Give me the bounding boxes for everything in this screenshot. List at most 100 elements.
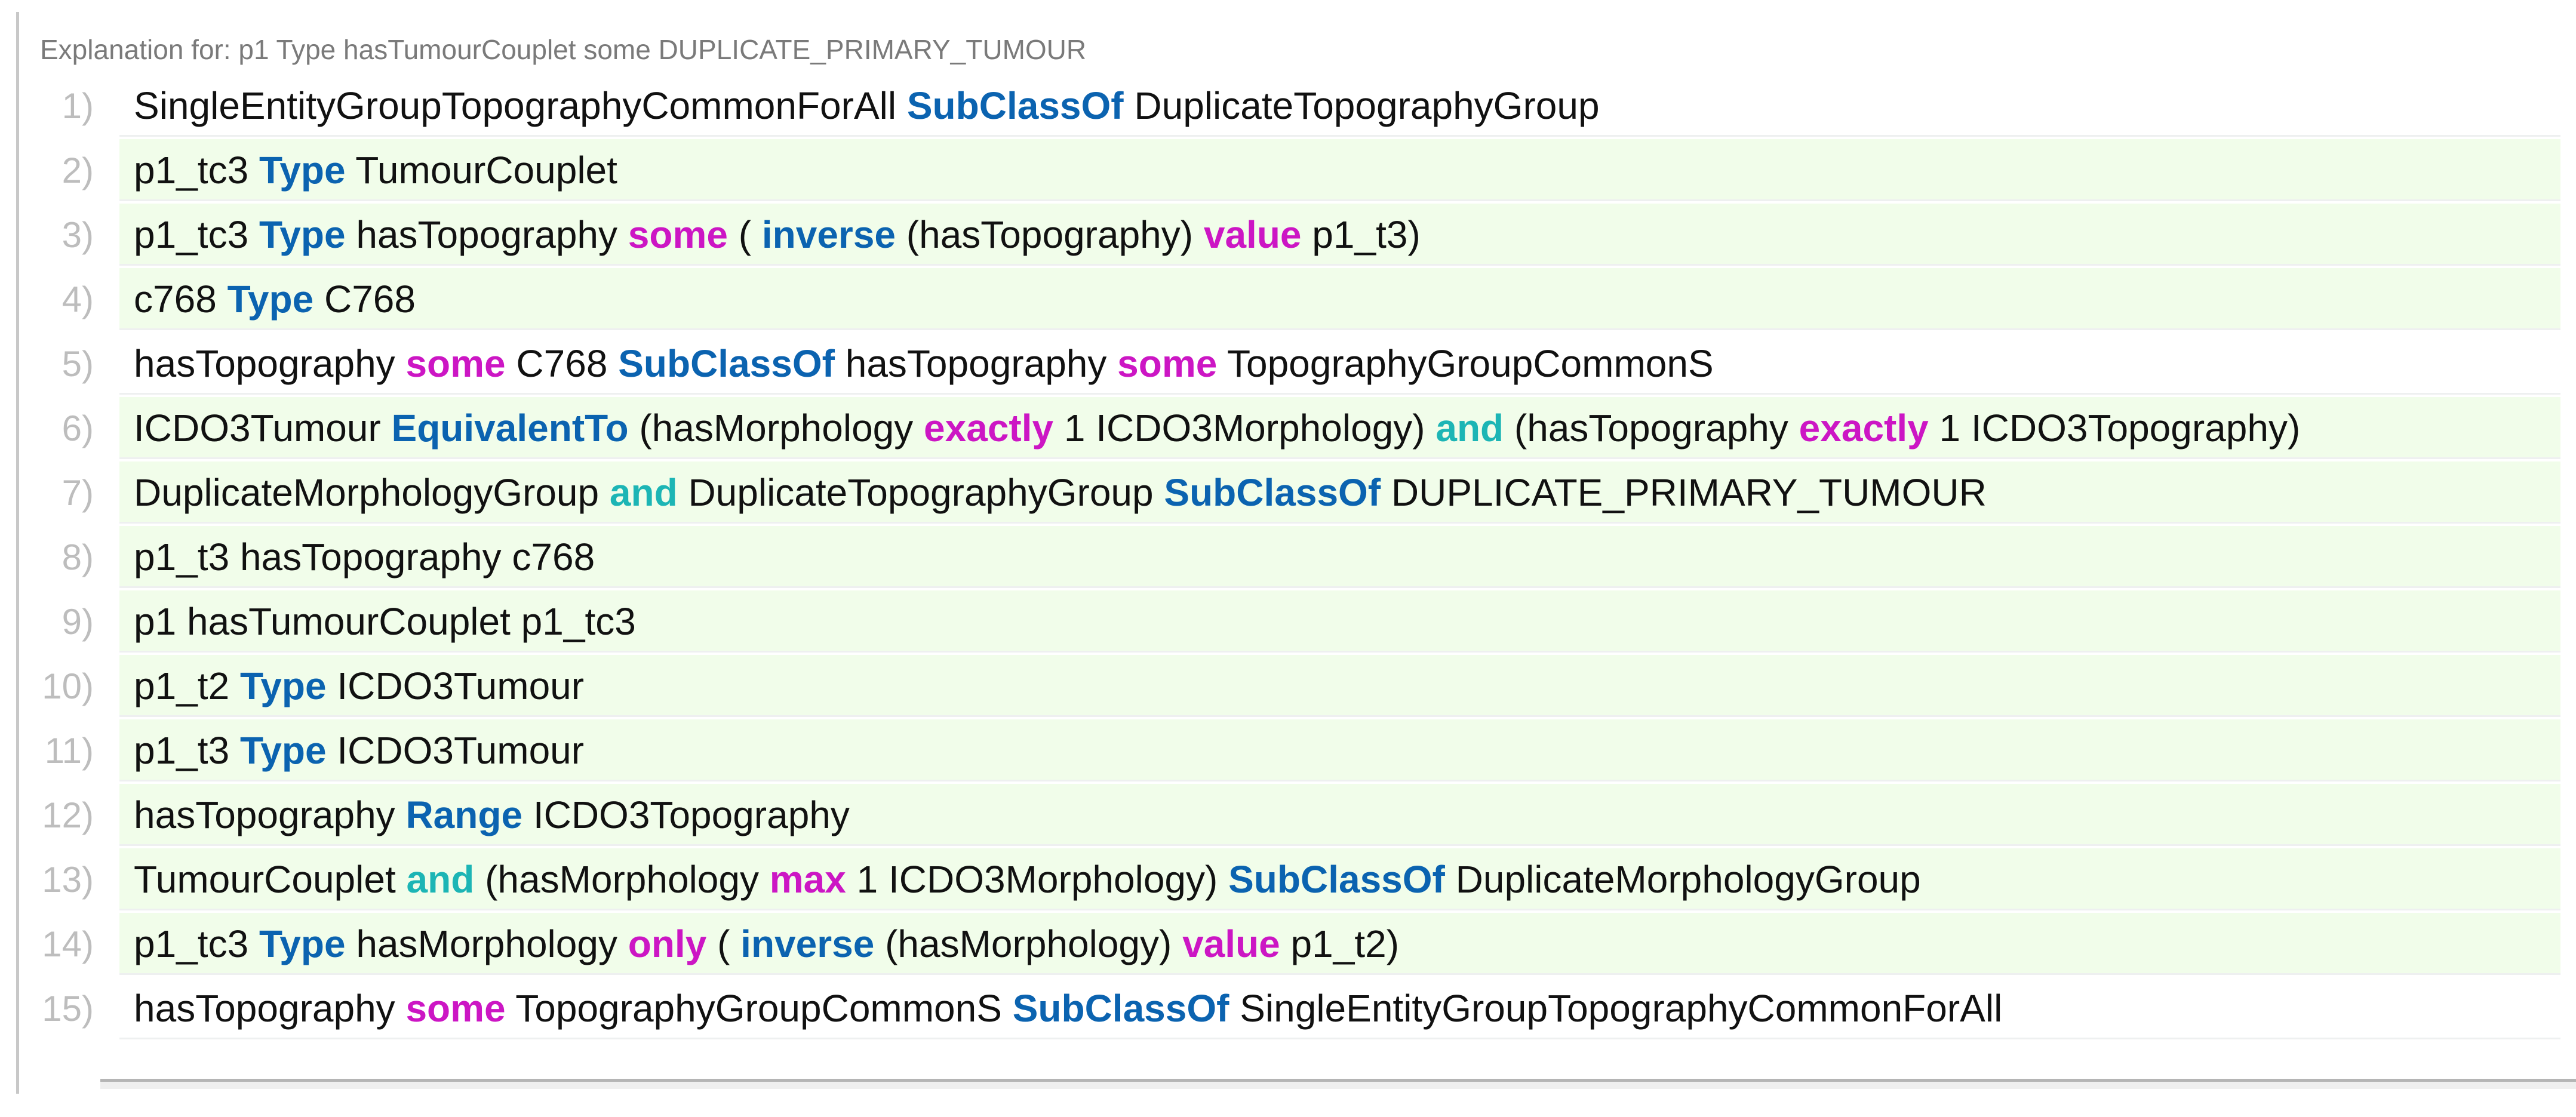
line-number: 8) [62,537,94,577]
line-number: 13) [42,860,94,900]
entity-token: p1 hasTumourCouplet p1_tc3 [134,600,636,643]
entity-token: 1 ICDO3Morphology) [1053,407,1436,450]
entity-token: hasMorphology [345,922,628,965]
entity-token: hasTopography [834,342,1118,385]
axiom-row[interactable]: 12) hasTopography Range ICDO3Topography [19,784,2560,846]
axiom-text: hasTopography Range ICDO3Topography [119,784,2560,846]
entity-token: TopographyGroupCommonS [1217,342,1714,385]
entity-token: DuplicateTopographyGroup [1123,84,1600,127]
entity-token: p1_tc3 [134,922,259,965]
keyword-token: Type [259,149,346,192]
line-number: 11) [44,731,94,771]
entity-token: p1_t2) [1280,922,1399,965]
keyword-token: SubClassOf [618,342,835,385]
line-number: 2) [62,150,94,190]
line-number: 3) [62,215,94,255]
entity-token: TopographyGroupCommonS [505,987,1013,1030]
keyword-token: value [1182,922,1280,965]
axiom-text: p1 hasTumourCouplet p1_tc3 [119,590,2560,653]
keyword-token: exactly [924,407,1054,450]
entity-token: (hasTopography [1504,407,1799,450]
entity-token: C768 [313,278,416,321]
panel-bottom-shade [100,1082,2576,1089]
keyword-token: inverse [761,213,896,256]
line-number: 1) [62,86,94,126]
entity-token: p1_t3) [1301,213,1421,256]
entity-token: ICDO3Topography [522,793,850,836]
axiom-text: c768 Type C768 [119,268,2560,330]
line-number: 12) [42,795,94,835]
axiom-text: p1_tc3 Type hasTopography some ( inverse… [119,204,2560,266]
keyword-token: value [1203,213,1302,256]
axiom-row[interactable]: 7) DuplicateMorphologyGroup and Duplicate… [19,461,2560,524]
entity-token: DuplicateTopographyGroup [677,471,1164,514]
line-number: 6) [62,408,94,448]
keyword-token: and [609,471,678,514]
axiom-text: DuplicateMorphologyGroup and DuplicateTo… [119,461,2560,524]
axiom-row[interactable]: 5) hasTopography some C768 SubClassOf has… [19,333,2560,395]
entity-token: (hasMorphology [628,407,924,450]
line-number: 15) [42,989,94,1029]
keyword-token: SubClassOf [906,84,1124,127]
entity-token: p1_t3 [134,729,240,772]
axiom-row[interactable]: 10) p1_t2 Type ICDO3Tumour [19,655,2560,717]
entity-token: (hasTopography) [896,213,1204,256]
entity-token: p1_tc3 [134,149,259,192]
line-number: 10) [42,666,94,706]
keyword-token: some [1117,342,1218,385]
axiom-text: ICDO3Tumour EquivalentTo (hasMorphology … [119,397,2560,459]
entity-token: ICDO3Tumour [326,664,585,707]
axiom-row[interactable]: 6) ICDO3Tumour EquivalentTo (hasMorpholog… [19,397,2560,459]
entity-token: (hasMorphology [474,858,770,901]
axiom-text: p1_t3 hasTopography c768 [119,526,2560,588]
axiom-text: hasTopography some TopographyGroupCommon… [119,977,2560,1039]
entity-token: p1_t2 [134,664,240,707]
entity-token: ( [727,213,762,256]
axiom-row[interactable]: 11) p1_t3 Type ICDO3Tumour [19,719,2560,781]
axiom-row[interactable]: 8) p1_t3 hasTopography c768 [19,526,2560,588]
entity-token: p1_tc3 [134,213,259,256]
axiom-row[interactable]: 9) p1 hasTumourCouplet p1_tc3 [19,590,2560,653]
entity-token: ICDO3Tumour [134,407,392,450]
axiom-row[interactable]: 4) c768 Type C768 [19,268,2560,330]
keyword-token: Type [259,922,346,965]
line-number: 9) [62,602,94,642]
line-number: 4) [62,279,94,319]
keyword-token: Range [405,793,523,836]
axiom-row[interactable]: 15) hasTopography some TopographyGroupCom… [19,977,2560,1039]
entity-token: hasTopography [134,793,406,836]
entity-token: hasTopography [134,987,406,1030]
keyword-token: inverse [740,922,875,965]
axiom-row[interactable]: 2) p1_tc3 Type TumourCouplet [19,139,2560,201]
keyword-token: max [769,858,846,901]
keyword-token: Type [239,729,327,772]
axiom-list: 1) SingleEntityGroupTopographyCommonForAl… [19,75,2560,1042]
axiom-row[interactable]: 14) p1_tc3 Type hasMorphology only ( inve… [19,913,2560,975]
axiom-text: p1_t3 Type ICDO3Tumour [119,719,2560,781]
keyword-token: exactly [1799,407,1929,450]
axiom-text: p1_tc3 Type TumourCouplet [119,139,2560,201]
keyword-token: and [1435,407,1504,450]
entity-token: TumourCouplet [345,149,617,192]
keyword-token: Type [239,664,327,707]
entity-token: DUPLICATE_PRIMARY_TUMOUR [1381,471,1987,514]
entity-token: TumourCouplet [134,858,407,901]
entity-token: SingleEntityGroupTopographyCommonForAll [134,84,907,127]
keyword-token: SubClassOf [1012,987,1229,1030]
line-number: 14) [42,924,94,964]
axiom-row[interactable]: 3) p1_tc3 Type hasTopography some ( inver… [19,204,2560,266]
axiom-row[interactable]: 13) TumourCouplet and (hasMorphology max … [19,848,2560,910]
entity-token: SingleEntityGroupTopographyCommonForAll [1229,987,2003,1030]
entity-token: ICDO3Tumour [326,729,585,772]
explanation-panel: Explanation for: p1 Type hasTumourCouple… [16,12,2560,1094]
entity-token: 1 ICDO3Morphology) [846,858,1229,901]
axiom-text: TumourCouplet and (hasMorphology max 1 I… [119,848,2560,910]
keyword-token: some [405,987,506,1030]
keyword-token: and [406,858,475,901]
explanation-title: Explanation for: p1 Type hasTumourCouple… [40,34,1087,65]
keyword-token: SubClassOf [1228,858,1445,901]
keyword-token: some [405,342,506,385]
entity-token: hasTopography [134,342,406,385]
axiom-row[interactable]: 1) SingleEntityGroupTopographyCommonForAl… [19,75,2560,137]
axiom-text: SingleEntityGroupTopographyCommonForAll … [119,75,2560,137]
